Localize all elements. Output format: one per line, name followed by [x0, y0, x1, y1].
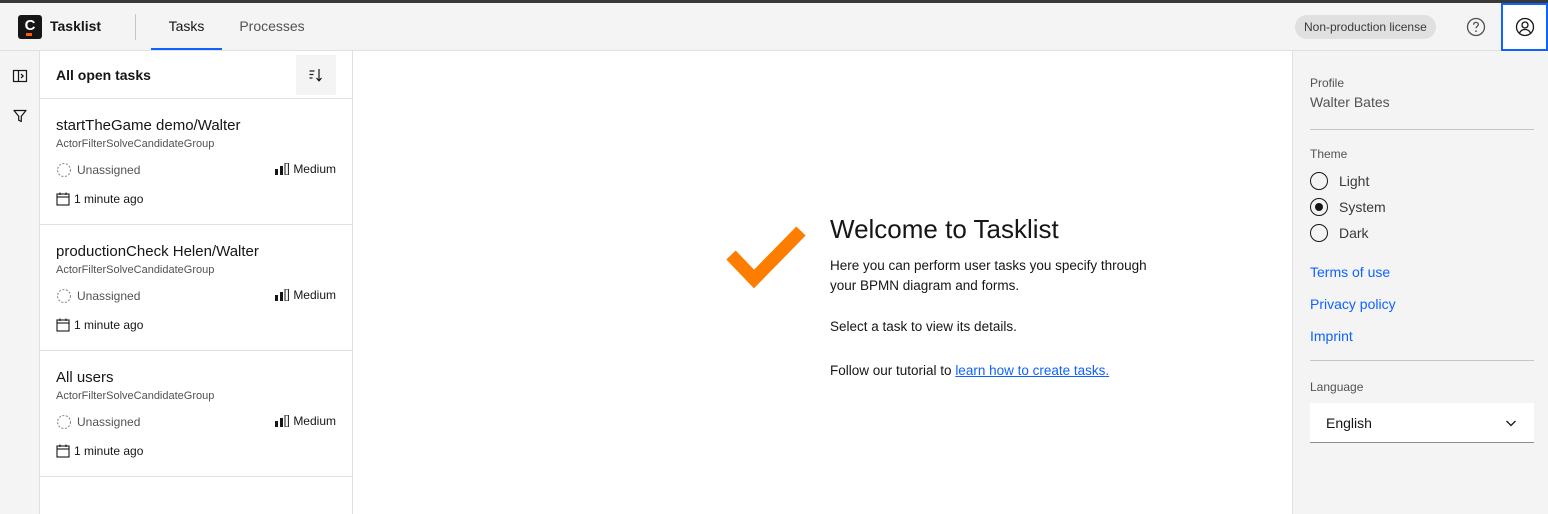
tutorial-link[interactable]: learn how to create tasks.: [955, 363, 1109, 378]
tab-tasks[interactable]: Tasks: [151, 3, 222, 50]
task-list-title: All open tasks: [56, 67, 151, 83]
filter-icon: [13, 109, 27, 123]
task-card[interactable]: startTheGame demo/Walter ActorFilterSolv…: [40, 99, 352, 225]
select-task-hint: Select a task to view its details.: [830, 319, 1017, 334]
priority-medium-icon: [275, 415, 290, 427]
tutorial-text: Follow our tutorial to learn how to crea…: [830, 363, 1109, 378]
expand-panel-button[interactable]: [8, 64, 32, 88]
camunda-logo[interactable]: C: [18, 15, 42, 39]
help-icon: [1466, 17, 1486, 37]
priority-label: Medium: [293, 162, 336, 176]
task-assignee: Unassigned: [56, 288, 140, 304]
unassigned-icon: [56, 414, 72, 430]
assignee-label: Unassigned: [77, 289, 141, 303]
app-header: C Tasklist Tasks Processes Non-productio…: [0, 3, 1548, 51]
filter-button[interactable]: [8, 104, 32, 128]
task-creation-time: 1 minute ago: [56, 444, 143, 458]
help-button[interactable]: [1453, 3, 1499, 51]
task-creation-time: 1 minute ago: [56, 192, 143, 206]
theme-label: Theme: [1310, 147, 1348, 161]
task-candidate-group: ActorFilterSolveCandidateGroup: [56, 390, 215, 402]
creation-time-label: 1 minute ago: [74, 318, 144, 332]
profile-label: Profile: [1310, 76, 1345, 90]
radio-button[interactable]: [1310, 224, 1328, 242]
checkmark-icon: [726, 226, 806, 289]
theme-option-label: System: [1339, 199, 1386, 215]
left-rail: [0, 51, 40, 514]
tab-processes[interactable]: Processes: [229, 3, 315, 50]
task-priority: Medium: [275, 288, 336, 302]
task-name: startTheGame demo/Walter: [56, 117, 241, 134]
unassigned-icon: [56, 288, 72, 304]
profile-panel: Profile Walter Bates Theme Light System …: [1292, 51, 1548, 514]
calendar-icon: [56, 318, 70, 332]
header-divider: [135, 14, 136, 40]
task-creation-time: 1 minute ago: [56, 318, 143, 332]
sort-icon: [309, 69, 322, 82]
theme-option-label: Light: [1339, 173, 1370, 189]
calendar-icon: [56, 192, 70, 206]
task-priority: Medium: [275, 162, 336, 176]
imprint-link[interactable]: Imprint: [1310, 328, 1353, 344]
welcome-title: Welcome to Tasklist: [830, 214, 1059, 244]
creation-time-label: 1 minute ago: [74, 192, 144, 206]
divider: [1310, 129, 1534, 130]
task-card[interactable]: productionCheck Helen/Walter ActorFilter…: [40, 225, 352, 351]
task-name: productionCheck Helen/Walter: [56, 243, 259, 260]
logo-letter: C: [24, 17, 36, 34]
assignee-label: Unassigned: [77, 163, 141, 177]
theme-option-light[interactable]: Light: [1310, 171, 1369, 191]
chevron-down-icon: [1506, 420, 1516, 426]
task-priority: Medium: [275, 414, 336, 428]
user-avatar-icon: [1515, 17, 1534, 37]
terms-of-use-link[interactable]: Terms of use: [1310, 264, 1390, 280]
theme-option-system[interactable]: System: [1310, 197, 1386, 217]
task-list-header: All open tasks: [40, 51, 352, 99]
theme-option-dark[interactable]: Dark: [1310, 223, 1369, 243]
language-value: English: [1326, 414, 1372, 431]
priority-medium-icon: [275, 163, 290, 175]
task-name: All users: [56, 369, 114, 386]
expand-panel-icon: [12, 69, 28, 83]
task-candidate-group: ActorFilterSolveCandidateGroup: [56, 138, 215, 150]
license-badge: Non-production license: [1295, 15, 1436, 39]
sort-button[interactable]: [296, 55, 336, 95]
language-label: Language: [1310, 380, 1364, 394]
radio-button[interactable]: [1310, 198, 1328, 216]
privacy-policy-link[interactable]: Privacy policy: [1310, 296, 1396, 312]
language-select[interactable]: English: [1310, 403, 1534, 443]
main-content: Welcome to Tasklist Here you can perform…: [353, 51, 1292, 514]
unassigned-icon: [56, 162, 72, 178]
task-list-panel: All open tasks startTheGame demo/Walter …: [40, 51, 353, 514]
app-name[interactable]: Tasklist: [50, 18, 101, 34]
logo-accent: [26, 33, 32, 36]
theme-option-label: Dark: [1339, 225, 1369, 241]
task-card[interactable]: All users ActorFilterSolveCandidateGroup…: [40, 351, 352, 477]
divider: [1310, 360, 1534, 361]
calendar-icon: [56, 444, 70, 458]
task-assignee: Unassigned: [56, 414, 140, 430]
tutorial-prefix: Follow our tutorial to: [830, 363, 956, 378]
task-candidate-group: ActorFilterSolveCandidateGroup: [56, 264, 215, 276]
assignee-label: Unassigned: [77, 415, 141, 429]
priority-label: Medium: [293, 414, 336, 428]
creation-time-label: 1 minute ago: [74, 444, 144, 458]
user-profile-button[interactable]: [1501, 3, 1548, 51]
radio-button[interactable]: [1310, 172, 1328, 190]
priority-medium-icon: [275, 289, 290, 301]
priority-label: Medium: [293, 288, 336, 302]
welcome-description: Here you can perform user tasks you spec…: [830, 258, 1147, 293]
user-name: Walter Bates: [1310, 94, 1390, 110]
task-assignee: Unassigned: [56, 162, 140, 178]
